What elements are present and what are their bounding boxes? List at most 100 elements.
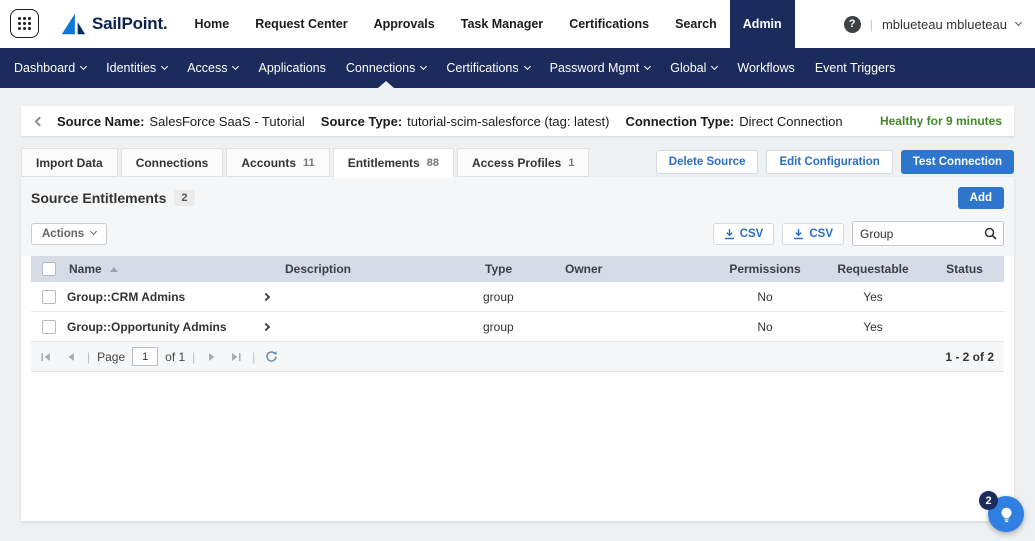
top-right-cluster: ? | mblueteau mblueteau (843, 0, 1023, 48)
nav-certifications[interactable]: Certifications (556, 0, 662, 48)
column-owner[interactable]: Owner (563, 262, 709, 276)
admin-nav-dashboard[interactable]: Dashboard (4, 48, 96, 88)
prev-page-button[interactable] (62, 348, 80, 366)
tab-access-profiles[interactable]: Access Profiles 1 (456, 148, 590, 177)
separator: | (87, 349, 91, 364)
header-checkbox-cell (31, 262, 67, 276)
chevron-down-icon (644, 62, 652, 70)
chevron-down-icon (232, 62, 240, 70)
row-checkbox[interactable] (42, 289, 56, 304)
cell-requestable: Yes (863, 319, 883, 334)
admin-nav-global[interactable]: Global (660, 48, 727, 88)
chevron-down-icon (80, 62, 88, 70)
chevron-down-icon (90, 227, 98, 236)
tab-count: 88 (426, 157, 439, 169)
cell-type: group (483, 319, 514, 334)
first-page-icon (41, 352, 50, 361)
admin-nav-password-mgmt[interactable]: Password Mgmt (540, 48, 661, 88)
csv-download-button-2[interactable]: CSV (782, 222, 844, 245)
tabs-row: Import Data Connections Accounts 11 Entit… (21, 148, 1014, 178)
admin-nav-applications[interactable]: Applications (248, 48, 335, 88)
actions-button[interactable]: Actions (31, 222, 108, 245)
column-requestable[interactable]: Requestable (821, 262, 925, 276)
back-button[interactable] (25, 108, 51, 134)
nav-approvals[interactable]: Approvals (361, 0, 448, 48)
column-name[interactable]: Name (67, 262, 283, 276)
refresh-icon (266, 351, 277, 362)
separator: | (869, 16, 873, 32)
top-bar: SailPoint. Home Request Center Approvals… (0, 0, 1035, 48)
cell-type: group (483, 289, 514, 304)
admin-nav-certifications[interactable]: Certifications (436, 48, 539, 88)
nav-admin[interactable]: Admin (729, 0, 795, 48)
user-menu[interactable]: mblueteau mblueteau (882, 17, 1007, 32)
source-name-value: SalesForce SaaS - Tutorial (149, 113, 305, 129)
tab-accounts[interactable]: Accounts 11 (226, 148, 330, 177)
column-description[interactable]: Description (283, 262, 483, 276)
nav-request-center[interactable]: Request Center (242, 0, 360, 48)
tab-count: 1 (568, 156, 575, 169)
cell-permissions: No (757, 319, 773, 334)
primary-nav: Home Request Center Approvals Task Manag… (181, 0, 795, 48)
health-status: Healthy for 9 minutes (879, 114, 1002, 128)
chevron-left-icon (34, 116, 45, 126)
table-row[interactable]: Group::Opportunity Admins group No Yes (31, 312, 1004, 342)
nav-task-manager[interactable]: Task Manager (448, 0, 556, 48)
add-button[interactable]: Add (957, 187, 1004, 209)
chevron-down-icon (420, 62, 428, 70)
panel-top: Source Entitlements 2 Add Actions CSV CS… (21, 177, 1014, 256)
admin-nav-event-triggers[interactable]: Event Triggers (805, 48, 906, 88)
cell-requestable: Yes (863, 289, 883, 304)
help-icon[interactable]: ? (843, 15, 861, 33)
search-input[interactable] (853, 226, 977, 241)
tab-import-data[interactable]: Import Data (21, 148, 118, 177)
sailpoint-logo[interactable]: SailPoint. (59, 0, 168, 48)
table-row[interactable]: Group::CRM Admins group No Yes (31, 282, 1004, 312)
source-type-label: Source Type: (320, 113, 403, 129)
separator: | (252, 349, 256, 364)
panel-title: Source Entitlements (31, 190, 167, 206)
nav-home[interactable]: Home (181, 0, 242, 48)
table-header: Name Description Type Owner Permissions … (31, 256, 1004, 282)
app-launcher-button[interactable] (10, 9, 39, 38)
admin-nav-workflows[interactable]: Workflows (727, 48, 804, 88)
nav-search[interactable]: Search (662, 0, 730, 48)
refresh-button[interactable] (262, 348, 280, 366)
source-type-value: tutorial-scim-salesforce (tag: latest) (407, 113, 610, 129)
tab-count: 11 (303, 156, 315, 169)
page-input[interactable] (132, 347, 159, 366)
admin-nav: Dashboard Identities Access Applications… (0, 48, 1035, 88)
next-page-icon (208, 352, 215, 361)
admin-nav-identities[interactable]: Identities (96, 48, 177, 88)
search-button[interactable] (977, 222, 1003, 245)
page-of-label: of 1 (165, 349, 186, 364)
source-header: Source Name: SalesForce SaaS - Tutorial … (21, 106, 1014, 136)
first-page-button[interactable] (37, 348, 55, 366)
admin-nav-access[interactable]: Access (177, 48, 248, 88)
column-status[interactable]: Status (925, 262, 1004, 276)
edit-configuration-button[interactable]: Edit Configuration (766, 150, 893, 174)
lightbulb-icon (1001, 507, 1011, 522)
select-all-checkbox[interactable] (42, 262, 56, 276)
csv-download-button[interactable]: CSV (712, 222, 775, 245)
grid-icon (18, 17, 31, 30)
test-connection-button[interactable]: Test Connection (900, 150, 1014, 174)
tab-entitlements[interactable]: Entitlements 88 (332, 148, 454, 178)
row-expand-icon[interactable] (261, 322, 271, 331)
search-icon (984, 227, 997, 240)
column-type[interactable]: Type (483, 262, 563, 276)
tab-connections[interactable]: Connections (120, 148, 224, 177)
sailpoint-logo-text: SailPoint. (92, 14, 168, 33)
delete-source-button[interactable]: Delete Source (655, 150, 759, 174)
download-icon (724, 228, 734, 239)
next-page-button[interactable] (202, 348, 220, 366)
last-page-button[interactable] (227, 348, 245, 366)
admin-nav-connections[interactable]: Connections (336, 48, 437, 88)
row-expand-icon[interactable] (261, 292, 271, 301)
column-permissions[interactable]: Permissions (709, 262, 821, 276)
row-checkbox[interactable] (42, 319, 56, 334)
chevron-down-icon[interactable] (1014, 18, 1023, 26)
pagination-bar: | Page of 1 | | 1 - 2 of 2 (31, 342, 1004, 372)
assistant-badge: 2 (979, 491, 998, 510)
entitlements-table: Name Description Type Owner Permissions … (31, 256, 1004, 342)
